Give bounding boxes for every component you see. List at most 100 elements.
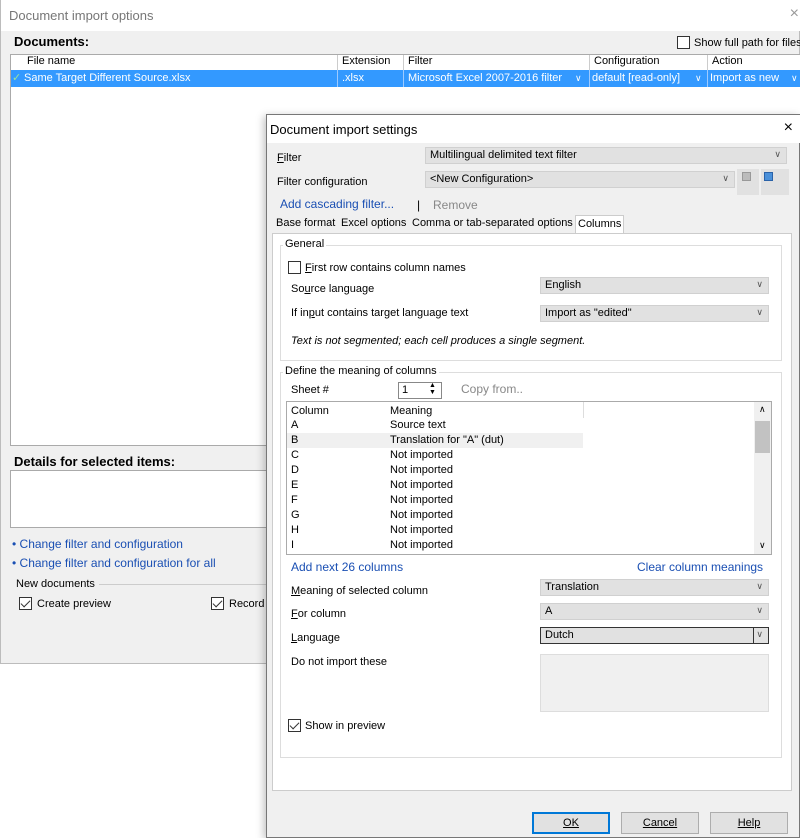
source-language-label: Source language [291, 283, 375, 295]
save-as-configuration-button[interactable] [761, 169, 789, 195]
chevron-down-icon: ∨ [774, 149, 781, 159]
column-header-action[interactable]: Action [712, 55, 743, 70]
columns-tab-panel: General First row contains column names … [272, 233, 792, 791]
dialog-title: Document import settings [270, 122, 418, 137]
source-language-value: English [545, 279, 582, 291]
document-import-settings-dialog: Document import settings × Filter Multil… [266, 114, 800, 838]
source-language-select[interactable]: English ∨ [540, 277, 769, 294]
chevron-down-icon: ∨ [722, 173, 729, 183]
table-row[interactable]: ✓ Same Target Different Source.xlsx .xls… [11, 70, 800, 87]
column-meaning-list[interactable]: Column Meaning A Source text B Translati… [286, 401, 772, 555]
show-in-preview-label: Show in preview [305, 720, 386, 732]
define-columns-label: Define the meaning of columns [283, 365, 439, 377]
ok-button[interactable]: OK [532, 812, 610, 834]
close-icon[interactable]: × [790, 5, 799, 23]
list-item[interactable]: A Source text [287, 418, 583, 433]
list-item[interactable]: G Not imported [287, 508, 583, 523]
column-header-extension[interactable]: Extension [342, 55, 390, 70]
chevron-down-icon[interactable]: ∨ [575, 73, 582, 84]
filter-label: Filter [277, 152, 302, 164]
chevron-down-icon[interactable]: ∨ [791, 73, 798, 84]
row-file-name: Same Target Different Source.xlsx [24, 72, 191, 84]
show-in-preview-checkbox[interactable] [288, 719, 301, 732]
list-scrollbar[interactable]: ∧ ∨ [754, 402, 771, 554]
copy-from-link[interactable]: Copy from.. [461, 382, 523, 396]
tab-comma-tab-options[interactable]: Comma or tab-separated options [410, 215, 575, 233]
list-item[interactable]: H Not imported [287, 523, 583, 538]
filter-value: Multilingual delimited text filter [430, 149, 577, 161]
list-item[interactable]: B Translation for "A" (dut) [287, 433, 583, 448]
row-checkmark-icon: ✓ [12, 72, 22, 84]
list-item[interactable]: E Not imported [287, 478, 583, 493]
first-row-column-names-label: First row contains column names [305, 262, 466, 274]
chevron-down-icon: ∨ [756, 581, 763, 591]
column-header-file-name[interactable]: File name [27, 55, 75, 70]
cancel-button[interactable]: Cancel [621, 812, 699, 834]
save-as-icon [764, 172, 773, 181]
show-full-path-checkbox[interactable] [677, 36, 690, 49]
segmentation-note: Text is not segmented; each cell produce… [291, 335, 586, 347]
tab-base-format[interactable]: Base format [274, 215, 337, 233]
save-configuration-button[interactable] [737, 169, 759, 195]
sheet-number-value: 1 [402, 384, 409, 396]
create-preview-checkbox[interactable] [19, 597, 32, 610]
do-not-import-label: Do not import these [291, 656, 387, 668]
for-column-select[interactable]: A ∨ [540, 603, 769, 620]
target-text-label: If input contains target language text [291, 307, 469, 319]
help-button[interactable]: Help [710, 812, 788, 834]
list-item[interactable]: D Not imported [287, 463, 583, 478]
do-not-import-box[interactable] [540, 654, 769, 712]
column-header-meaning[interactable]: Meaning [390, 405, 432, 417]
meaning-selected-column-label: Meaning of selected column [291, 585, 428, 597]
column-header-filter[interactable]: Filter [408, 55, 432, 70]
language-value: Dutch [545, 629, 574, 641]
save-icon [742, 172, 751, 181]
language-label: Language [291, 632, 340, 644]
group-divider [99, 584, 269, 585]
sheet-number-stepper[interactable]: 1 ▲ ▼ [398, 382, 442, 399]
list-item[interactable]: F Not imported [287, 493, 583, 508]
add-cascading-filter-link[interactable]: Add cascading filter... [280, 197, 394, 211]
close-icon[interactable]: × [784, 119, 793, 137]
general-group-label: General [283, 238, 327, 250]
list-item[interactable]: C Not imported [287, 448, 583, 463]
meaning-select[interactable]: Translation ∨ [540, 579, 769, 596]
row-filter[interactable]: Microsoft Excel 2007-2016 filter [408, 72, 562, 84]
remove-link[interactable]: Remove [433, 198, 478, 212]
change-filter-all-link[interactable]: • Change filter and configuration for al… [12, 556, 216, 570]
chevron-up-icon[interactable]: ∧ [759, 404, 766, 415]
language-select[interactable]: Dutch ∨ [540, 627, 769, 644]
row-action[interactable]: Import as new [710, 72, 779, 84]
meaning-value: Translation [545, 581, 600, 593]
details-heading: Details for selected items: [14, 454, 176, 469]
spinner-arrows-icon[interactable]: ▲ ▼ [429, 382, 436, 396]
show-full-path-label: Show full path for files [694, 37, 800, 49]
add-next-columns-link[interactable]: Add next 26 columns [291, 560, 403, 574]
list-item[interactable]: I Not imported [287, 538, 583, 553]
new-documents-label: New documents [16, 578, 95, 590]
row-extension: .xlsx [342, 72, 364, 84]
scroll-thumb[interactable] [755, 421, 770, 453]
column-header-column[interactable]: Column [291, 405, 329, 417]
filter-configuration-label: Filter configuration [277, 176, 368, 188]
filter-configuration-select[interactable]: <New Configuration> ∨ [425, 171, 735, 188]
window-title: Document import options [9, 8, 154, 23]
clear-column-meanings-link[interactable]: Clear column meanings [637, 560, 763, 574]
chevron-down-icon: ∨ [756, 307, 763, 317]
change-filter-link[interactable]: • Change filter and configuration [12, 537, 183, 551]
create-preview-label: Create preview [37, 598, 111, 610]
target-text-value: Import as "edited" [545, 307, 632, 319]
chevron-down-icon[interactable]: ∨ [695, 73, 702, 84]
filter-select[interactable]: Multilingual delimited text filter ∨ [425, 147, 787, 164]
tab-excel-options[interactable]: Excel options [339, 215, 408, 233]
column-header-configuration[interactable]: Configuration [594, 55, 659, 70]
dialog-title-bar: Document import settings × [267, 115, 800, 143]
chevron-down-icon[interactable]: ∨ [759, 540, 766, 551]
target-text-select[interactable]: Import as "edited" ∨ [540, 305, 769, 322]
record-checkbox[interactable] [211, 597, 224, 610]
tab-columns[interactable]: Columns [575, 215, 625, 234]
first-row-column-names-checkbox[interactable] [288, 261, 301, 274]
sheet-label: Sheet # [291, 384, 329, 396]
title-bar: Document import options × [1, 0, 800, 31]
row-configuration[interactable]: default [read-only] [592, 72, 680, 84]
